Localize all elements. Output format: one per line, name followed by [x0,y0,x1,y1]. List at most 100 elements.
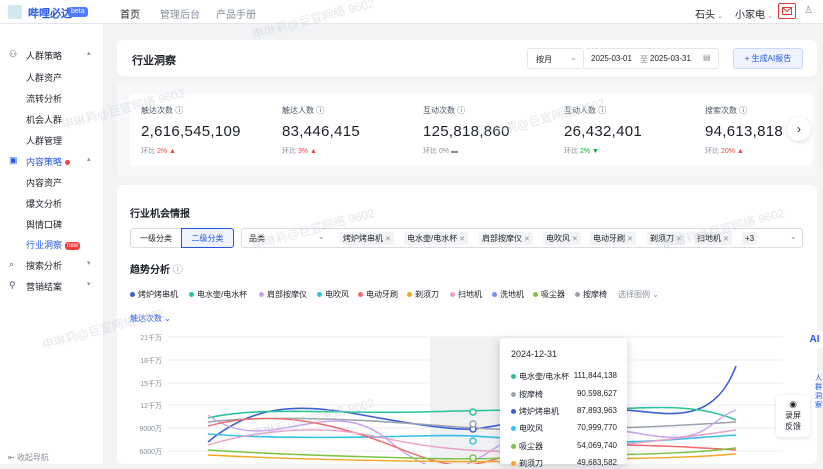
tooltip-date: 2024-12-31 [511,349,558,359]
series-point [469,437,477,445]
top-bar: 哔哩必达 beta 首页 管理后台 产品手册 石头 ⌄ 小家电 ⌄ ♙ [0,0,823,24]
legend-item[interactable]: 剃须刀 [407,289,439,300]
filter-tag[interactable]: 肩部按摩仪 ✕ [479,232,533,245]
tab-level2[interactable]: 二级分类 [181,228,234,248]
filter-tag[interactable]: 剃须刀 ✕ [647,232,685,245]
legend-dot [450,292,455,298]
close-icon: ✕ [572,236,578,243]
nav-home[interactable]: 首页 [120,6,140,21]
legend-dot [317,292,322,298]
legend-item[interactable]: 烤炉烤串机 [130,289,178,300]
user-icon[interactable]: ♙ [804,5,813,16]
chevron-up-icon: ▴ [87,156,91,163]
new-badge: new [65,241,81,250]
app-logo[interactable] [8,5,22,19]
metric-card[interactable]: 互动人数 ⓘ 26,432,401 环比 2% ▼ [552,94,700,166]
legend-item[interactable]: 按摩椅 [575,289,607,300]
legend-dot [358,292,363,298]
trend-chart[interactable] [168,330,788,464]
category-switcher[interactable]: 小家电 ⌄ [735,6,773,21]
legend-dot [492,292,497,298]
help-icon[interactable]: ⓘ [173,265,183,276]
arrow-up-icon: ▲ [736,148,744,155]
next-metrics-button[interactable]: › [787,117,811,141]
side-drawer-tab[interactable]: 人群洞察 [815,374,823,410]
tab-level1[interactable]: 一级分类 [130,228,182,248]
hover-band [430,337,510,464]
metric-card[interactable]: 触达人数 ⓘ 83,446,415 环比 3% ▲ [270,94,418,166]
legend-dot [533,292,538,298]
info-icon: ⓘ [457,106,466,115]
tooltip-row: 电水壶/电水杯 111,844,138 [511,371,617,382]
arrow-up-icon: ▲ [310,148,317,155]
ai-assistant-button[interactable]: AI [806,331,823,348]
metric-change: 环比 2% ▼ [564,148,599,155]
account-switcher[interactable]: 石头 ⌄ [695,6,723,21]
filter-tag[interactable]: 扫地机 ✕ [694,232,732,245]
metric-label: 触达次数 ⓘ [141,106,184,115]
legend-item[interactable]: 吸尘器 [533,289,565,300]
metric-value: 94,613,818 [705,123,784,140]
legend-item[interactable]: 电吹风 [317,289,349,300]
record-icon: ◉ [789,399,797,409]
search-icon: ⌕ [9,259,15,269]
chevron-down-icon: ⌄ [164,314,171,323]
app-name[interactable]: 哔哩必达 [28,5,72,21]
generate-ai-report-button[interactable]: + 生成AI报告 [733,48,803,69]
legend-dot [189,292,194,298]
metric-label: 互动次数 ⓘ [423,106,466,115]
legend-item[interactable]: 肩部按摩仪 [259,289,307,300]
section-title: 行业机会情报 [130,209,190,220]
message-button[interactable] [778,3,796,19]
filter-tag[interactable]: 电动牙刷 ✕ [590,232,636,245]
close-icon: ✕ [676,236,682,243]
metric-label: 搜索次数 ⓘ [705,106,748,115]
nav-admin[interactable]: 管理后台 [160,6,200,21]
page-header: 行业洞察 按月 ⌄ 2025-03-01 至 2025-03-31 ▤ + 生成… [117,40,817,76]
info-icon: ⓘ [598,106,607,115]
y-tick-label: 21千万 [140,335,162,342]
legend-select[interactable]: 选择图例 ⌄ [618,289,659,300]
close-icon: ✕ [459,236,466,243]
beta-badge: beta [68,7,88,17]
metric-label: 触达人数 ⓘ [282,106,325,115]
nav-manual[interactable]: 产品手册 [216,6,256,21]
people-icon: ⚇ [9,49,18,59]
chevron-down-icon: ▾ [87,260,91,267]
metric-change: 环比 20% ▲ [705,148,744,155]
filter-tag[interactable]: 烤炉烤串机 ✕ [340,232,394,245]
settlement-icon: ⚲ [9,280,16,290]
chevron-down-icon: ⌄ [717,13,723,20]
chart-tooltip: 2024-12-31 电水壶/电水杯 111,844,138 按摩椅 90,598,… [500,338,627,468]
legend-item[interactable]: 洗地机 [492,289,524,300]
metric-change: 环比 2% ▲ [141,148,176,155]
tooltip-row: 电吹风 70,999,770 [511,423,617,434]
arrow-down-icon: ▼ [592,148,599,155]
feedback-button[interactable]: ◉ 录屏 反馈 [776,395,810,437]
tooltip-row: 吸尘器 54,069,740 [511,441,617,452]
legend-item[interactable]: 电动牙刷 [358,289,398,300]
filter-label: 品类 [249,234,265,243]
chevron-down-icon: ▾ [87,281,91,288]
y-tick-label: 12千万 [140,403,162,410]
legend-item[interactable]: 扫地机 [450,289,482,300]
metric-value: 125,818,860 [423,123,510,140]
series-point [469,454,477,462]
y-tick-label: 18千万 [140,358,162,365]
legend-item[interactable]: 电水壶/电水杯 [189,289,247,300]
category-filter[interactable]: 品类 ⌄ 烤炉烤串机 ✕ 电水壶/电水杯 ✕ 肩部按摩仪 ✕ 电吹风 ✕ 电动牙刷 ✕ 剃… [241,228,803,248]
close-icon: ✕ [723,236,729,243]
granularity-select[interactable]: 按月 ⌄ [527,48,584,69]
filter-tag[interactable]: 电水壶/电水杯 ✕ [404,232,469,245]
more-tags[interactable]: +3 [742,232,758,245]
metric-card[interactable]: 触达次数 ⓘ 2,616,545,109 环比 2% ▲ [129,94,277,166]
chevron-right-icon: › [797,122,801,136]
page-title: 行业洞察 [132,55,176,67]
legend-dot [575,292,580,298]
date-range-picker[interactable]: 2025-03-01 至 2025-03-31 ▤ [584,48,719,69]
collapse-nav-button[interactable]: ⇤ 收起导航 [8,452,49,463]
metric-card[interactable]: 互动次数 ⓘ 125,818,860 环比 0% ▬ [411,94,559,166]
close-icon: ✕ [627,236,633,243]
metric-select[interactable]: 触达次数 ⌄ [130,313,171,324]
filter-tag[interactable]: 电吹风 ✕ [543,232,581,245]
